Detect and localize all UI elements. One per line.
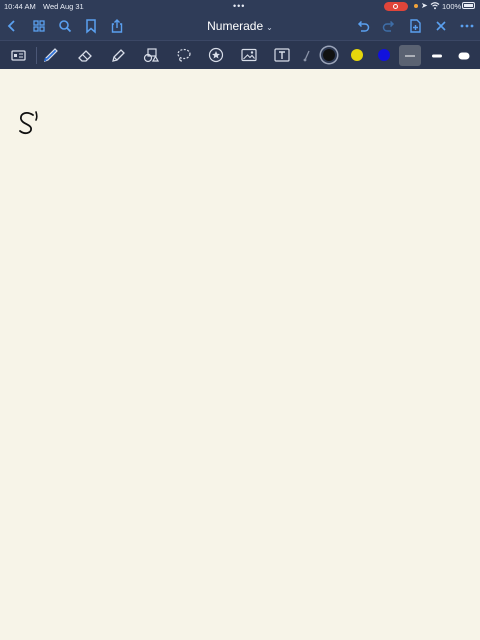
battery-icon xyxy=(462,2,475,9)
eraser-icon[interactable] xyxy=(76,47,94,63)
elements-icon[interactable] xyxy=(207,47,225,63)
color-swatch-black[interactable] xyxy=(323,49,335,61)
add-page-icon[interactable] xyxy=(407,18,423,34)
color-swatch-blue[interactable] xyxy=(378,49,390,61)
text-box-icon[interactable] xyxy=(273,47,291,63)
status-bar: 10:44 AM Wed Aug 31 ••• ➤ 100% xyxy=(0,0,480,12)
document-header: Numerade ⌄ xyxy=(0,12,480,40)
battery-percent: 100% xyxy=(442,2,462,11)
handwritten-stroke-s xyxy=(19,112,34,135)
status-date: Wed Aug 31 xyxy=(43,2,84,11)
multitask-dots[interactable]: ••• xyxy=(233,1,245,11)
more-icon[interactable] xyxy=(459,18,475,34)
pen-icon[interactable] xyxy=(42,47,60,63)
document-title-text[interactable]: Numerade xyxy=(207,19,263,33)
screen-record-icon[interactable] xyxy=(384,2,408,11)
note-canvas[interactable]: S' xyxy=(0,69,480,640)
handwritten-stroke-prime xyxy=(35,111,38,121)
title-chevron-icon[interactable]: ⌄ xyxy=(266,23,273,32)
highlighter-icon[interactable] xyxy=(109,47,127,63)
undo-icon[interactable] xyxy=(355,18,371,34)
toolbar-divider xyxy=(36,47,37,64)
lasso-icon[interactable] xyxy=(175,47,193,63)
location-icon: ➤ xyxy=(421,1,428,10)
stroke-medium-option[interactable] xyxy=(426,45,448,66)
stroke-thick-option[interactable] xyxy=(453,45,475,66)
stroke-thin-option[interactable] xyxy=(399,45,421,66)
drawing-toolbar xyxy=(0,40,480,69)
handwriting-layer: S' xyxy=(19,111,38,135)
shapes-icon[interactable] xyxy=(142,47,160,63)
read-mode-icon[interactable] xyxy=(10,47,28,63)
wifi-icon xyxy=(430,1,440,12)
close-icon[interactable] xyxy=(433,18,449,34)
image-icon[interactable] xyxy=(240,47,258,63)
mic-indicator-icon xyxy=(414,4,418,8)
color-swatch-yellow[interactable] xyxy=(351,49,363,61)
laser-pointer-icon[interactable] xyxy=(302,47,312,63)
status-time: 10:44 AM xyxy=(4,2,36,11)
redo-icon[interactable] xyxy=(381,18,397,34)
